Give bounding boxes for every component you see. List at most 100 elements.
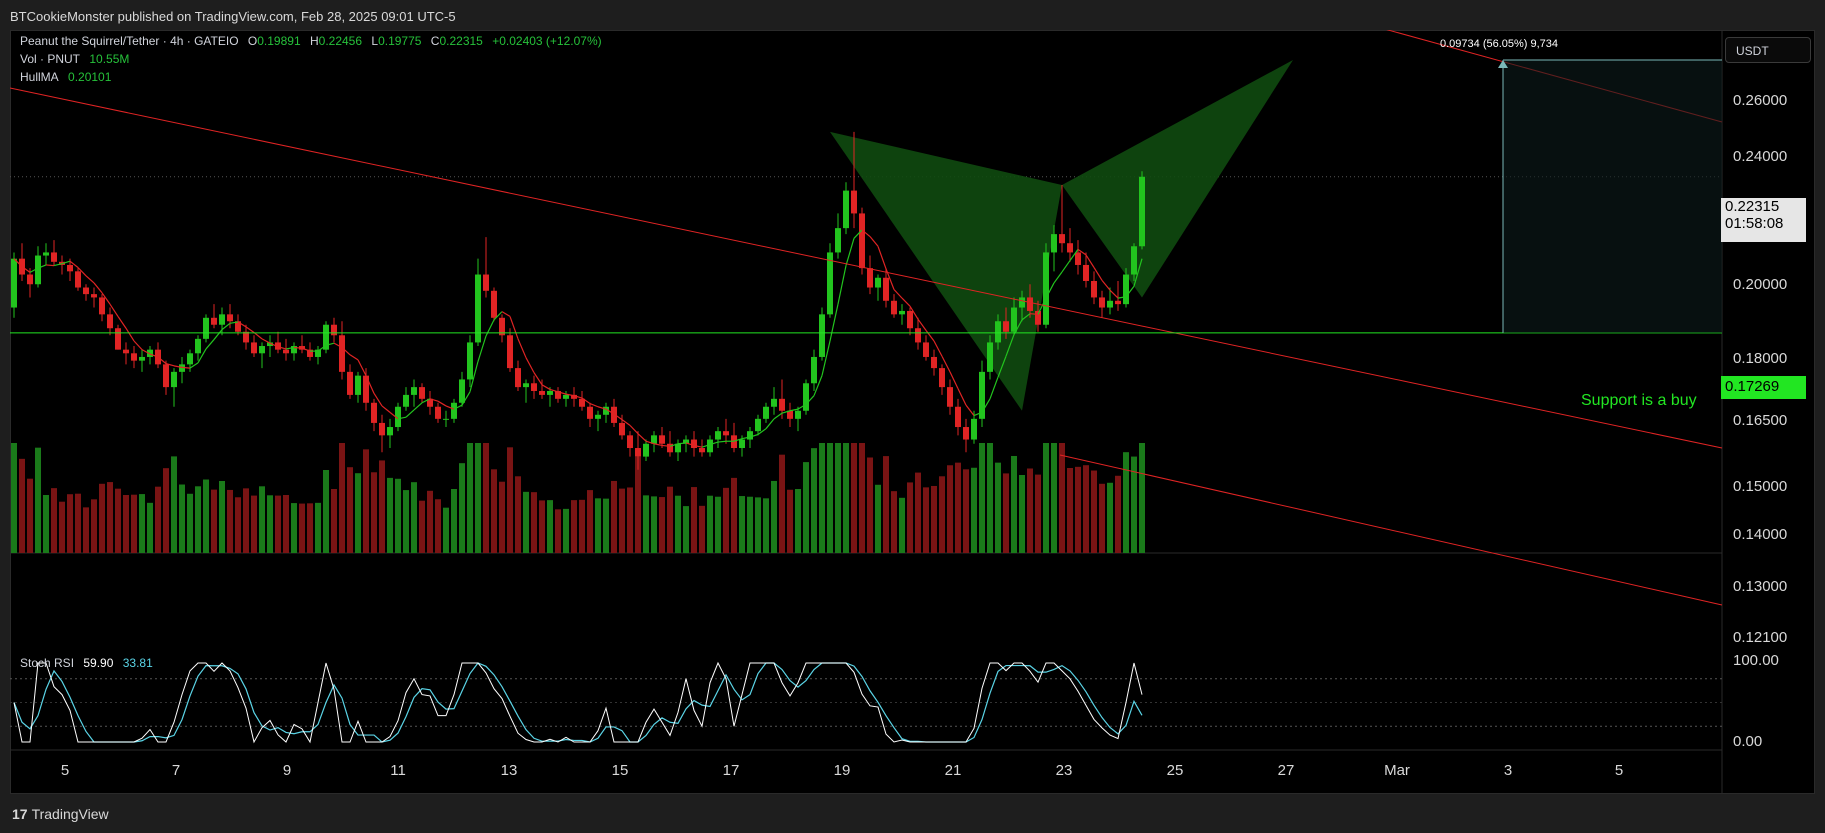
volume-bar — [379, 460, 385, 553]
time-tick: 5 — [60, 762, 70, 779]
volume-bar — [387, 477, 393, 553]
volume-bar — [1011, 455, 1017, 553]
price-tick: 0.24000 — [1733, 148, 1788, 165]
volume-bar — [1019, 475, 1025, 553]
volume-bar — [323, 470, 329, 553]
candle-body — [195, 338, 201, 354]
candle-body — [83, 287, 89, 295]
volume-bar — [867, 457, 873, 553]
volume-bar — [651, 496, 657, 553]
volume-bar — [75, 493, 81, 553]
candle-body — [843, 190, 849, 229]
volume-bar — [627, 487, 633, 553]
candle-body — [811, 356, 817, 384]
volume-bar — [771, 480, 777, 553]
candle-body — [435, 406, 441, 419]
volume-label[interactable]: Vol · PNUT — [20, 52, 80, 66]
candle-body — [1131, 246, 1137, 275]
volume-bar — [731, 477, 737, 553]
volume-bar — [811, 448, 817, 553]
candle-body — [907, 310, 913, 329]
hull-segment — [1109, 289, 1119, 299]
hull-segment — [45, 264, 55, 267]
candle-body — [99, 297, 105, 315]
volume-bar — [171, 456, 177, 553]
hull-segment — [541, 384, 551, 390]
volume-bar — [475, 443, 481, 553]
price-tick: 0.20000 — [1733, 276, 1788, 293]
volume-bar — [11, 443, 17, 553]
volume-bar — [59, 501, 65, 553]
hull-value: 0.20101 — [68, 70, 112, 84]
hull-segment — [877, 246, 887, 269]
support-price-tag: 0.17269 — [1721, 376, 1806, 399]
currency-button[interactable]: USDT — [1725, 37, 1811, 63]
candle-body — [1059, 234, 1065, 244]
hull-segment — [1029, 313, 1039, 315]
header-bar: BTCookieMonster published on TradingView… — [0, 0, 1825, 30]
hull-segment — [93, 282, 103, 294]
volume-bar — [19, 458, 25, 553]
symbol-name[interactable]: Peanut the Squirrel/Tether · 4h · GATEIO — [20, 34, 239, 48]
volume-bar — [787, 489, 793, 553]
hull-segment — [245, 326, 255, 333]
candle-body — [1091, 280, 1097, 298]
volume-bar — [803, 462, 809, 553]
volume-bar — [563, 508, 569, 553]
volume-bar — [891, 491, 897, 553]
legend-stoch: Stoch RSI 59.90 33.81 — [20, 656, 153, 670]
volume-bar — [995, 462, 1001, 553]
volume-bar — [595, 498, 601, 553]
legend-hull: HullMA 0.20101 — [20, 70, 117, 84]
time-tick: 11 — [390, 762, 406, 779]
candle-body — [1027, 297, 1033, 311]
stoch-rsi-pane — [10, 661, 1722, 744]
support-label: Support is a buy — [1581, 392, 1697, 409]
hull-segment — [901, 297, 911, 307]
tradingview-logo[interactable]: 17 TradingView — [12, 806, 109, 822]
time-tick: 7 — [171, 762, 181, 779]
candle-body — [347, 371, 353, 395]
volume-bar — [547, 500, 553, 553]
volume-bar — [875, 484, 881, 553]
high-label: H — [309, 34, 319, 48]
candle-body — [771, 398, 777, 407]
volume-bar — [507, 447, 513, 553]
chart-canvas[interactable] — [10, 30, 1815, 794]
stoch-label[interactable]: Stoch RSI — [20, 656, 74, 670]
volume-bar — [1107, 482, 1113, 553]
volume-bar — [35, 447, 41, 553]
candle-body — [627, 435, 633, 449]
candle-body — [387, 427, 393, 436]
volume-bar — [459, 463, 465, 553]
volume-value: 10.55M — [89, 52, 130, 66]
candle-body — [699, 448, 705, 453]
volume-bar — [187, 493, 193, 553]
low-value: 0.19775 — [378, 34, 422, 48]
hull-segment — [925, 329, 935, 342]
volume-bar — [363, 449, 369, 553]
candle-body — [115, 328, 121, 350]
volume-bar — [835, 443, 841, 553]
legend-volume: Vol · PNUT 10.55M — [20, 52, 135, 66]
hull-segment — [517, 338, 527, 358]
close-value: 0.22315 — [439, 34, 483, 48]
time-tick: Mar — [1384, 762, 1410, 779]
candle-body — [795, 410, 801, 419]
candle-body — [755, 418, 761, 432]
stoch-k-value: 59.90 — [83, 656, 114, 670]
volume-bar — [443, 507, 449, 553]
volume-bar — [483, 443, 489, 553]
hull-label[interactable]: HullMA — [20, 70, 59, 84]
candle-body — [859, 213, 865, 269]
volume-bar — [923, 487, 929, 553]
volume-bar — [667, 486, 673, 553]
volume-bar — [155, 486, 161, 553]
measure-box — [1503, 60, 1722, 333]
volume-bar — [963, 469, 969, 553]
candle-body — [251, 342, 257, 354]
candle-body — [1107, 300, 1113, 308]
candle-body — [1139, 176, 1145, 247]
volume-bar — [739, 496, 745, 553]
candle-body — [451, 402, 457, 419]
